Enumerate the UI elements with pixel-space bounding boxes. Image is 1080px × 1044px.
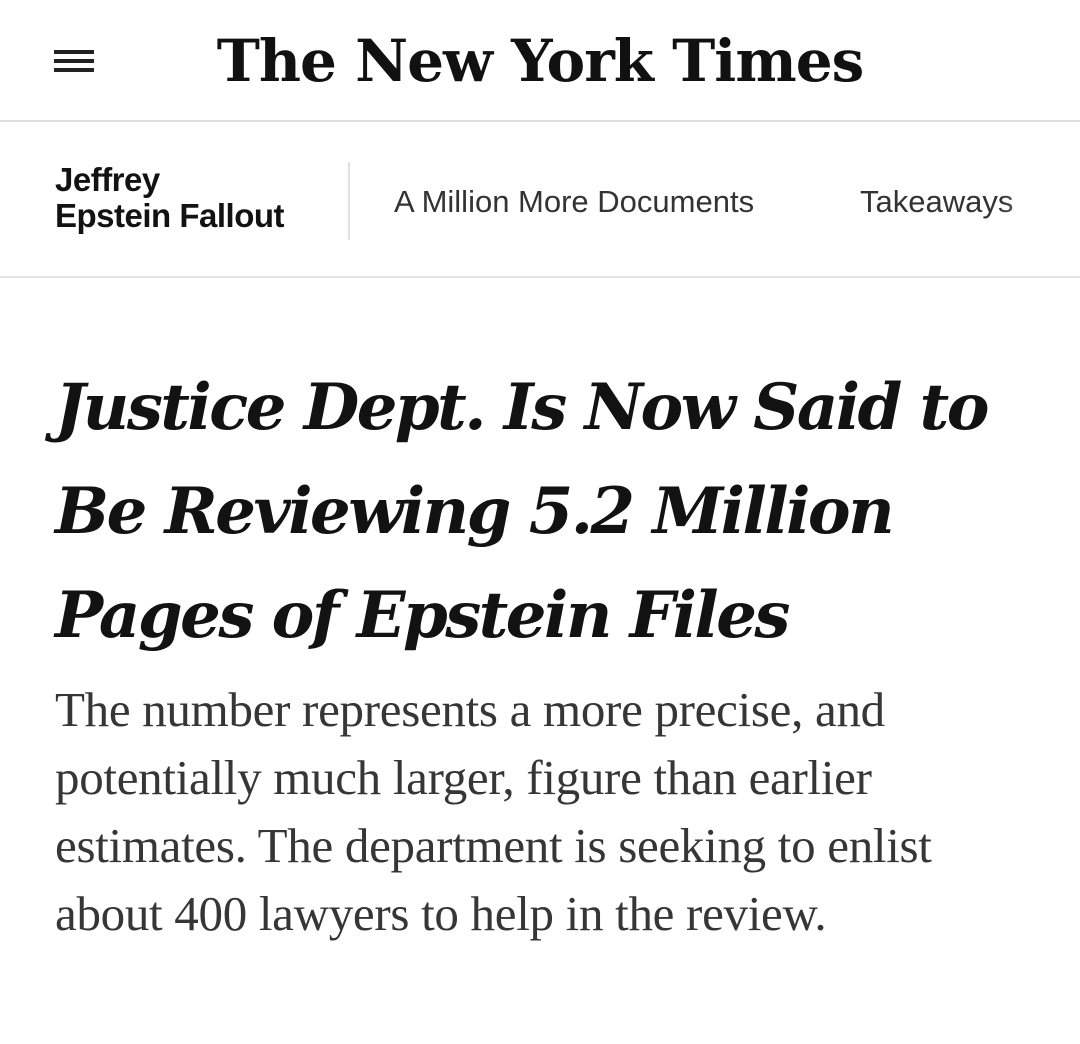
- section-title-line-1: Jeffrey: [55, 161, 160, 198]
- nav-link-million-more-documents[interactable]: A Million More Documents: [394, 184, 754, 220]
- nav-link-takeaways[interactable]: Takeaways: [860, 184, 1060, 220]
- section-title-line-2: Epstein Fallout: [55, 197, 285, 234]
- section-nav: Jeffrey Epstein Fallout A Million More D…: [0, 122, 1080, 278]
- section-title[interactable]: Jeffrey Epstein Fallout: [55, 162, 325, 234]
- nyt-logo[interactable]: The New York Times: [0, 14, 1080, 108]
- nav-divider: [348, 162, 350, 240]
- masthead: The New York Times: [0, 0, 1080, 122]
- article-summary: The number represents a more precise, an…: [55, 682, 932, 941]
- article-headline: Justice Dept. Is Now Said to Be Reviewin…: [55, 370, 989, 653]
